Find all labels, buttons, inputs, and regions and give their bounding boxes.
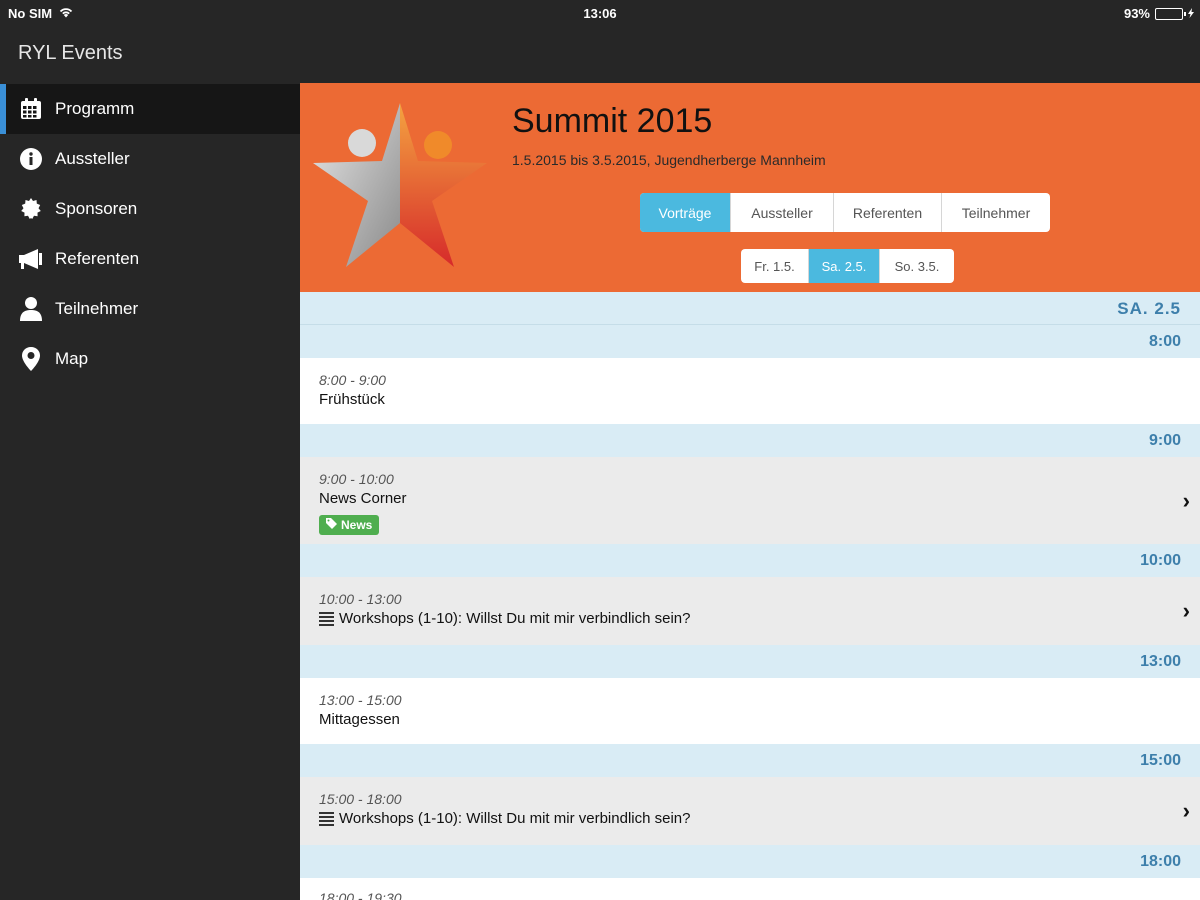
event-title: Summit 2015	[512, 102, 713, 140]
schedule-list: SA. 2.5 8:00 8:00 - 9:00 Frühstück 9:00 …	[300, 292, 1200, 900]
list-item[interactable]: 9:00 - 10:00 News Corner News ›	[300, 457, 1200, 544]
day-header: SA. 2.5	[300, 292, 1200, 325]
sidebar-item-referenten[interactable]: Referenten	[0, 234, 300, 284]
list-icon	[319, 611, 334, 626]
map-marker-icon	[18, 346, 44, 372]
badge-icon	[18, 196, 44, 222]
day-segmented-control: Fr. 1.5. Sa. 2.5. So. 3.5.	[741, 249, 954, 283]
entry-title: News Corner	[319, 490, 1181, 507]
tab-day-sa[interactable]: Sa. 2.5.	[809, 249, 880, 283]
time-header: 13:00	[300, 645, 1200, 678]
charging-icon	[1188, 6, 1194, 21]
entry-title-text: Workshops (1-10): Willst Du mit mir verb…	[339, 610, 691, 627]
list-item: 8:00 - 9:00 Frühstück	[300, 358, 1200, 424]
megaphone-icon	[18, 246, 44, 272]
list-item[interactable]: 15:00 - 18:00 Workshops (1-10): Willst D…	[300, 777, 1200, 845]
entry-title-text: News Corner	[319, 490, 407, 507]
time-header: 9:00	[300, 424, 1200, 457]
event-date-location: 1.5.2015 bis 3.5.2015, Jugendherberge Ma…	[512, 152, 826, 168]
entry-title-text: Frühstück	[319, 391, 385, 408]
list-item: 13:00 - 15:00 Mittagessen	[300, 678, 1200, 744]
entry-title-text: Mittagessen	[319, 711, 400, 728]
sidebar-item-map[interactable]: Map	[0, 334, 300, 384]
event-header: Summit 2015 1.5.2015 bis 3.5.2015, Jugen…	[300, 83, 1200, 292]
time-header: 18:00	[300, 845, 1200, 878]
tab-aussteller[interactable]: Aussteller	[731, 193, 834, 232]
entry-time: 15:00 - 18:00	[319, 791, 402, 807]
sidebar-item-sponsoren[interactable]: Sponsoren	[0, 184, 300, 234]
chevron-right-icon: ›	[1182, 798, 1190, 823]
main-content: Summit 2015 1.5.2015 bis 3.5.2015, Jugen…	[300, 0, 1200, 900]
entry-title: Workshops (1-10): Willst Du mit mir verb…	[319, 810, 1181, 827]
sidebar-item-teilnehmer[interactable]: Teilnehmer	[0, 284, 300, 334]
status-right: 93%	[1124, 6, 1194, 21]
list-icon	[319, 811, 334, 826]
status-time: 13:06	[583, 6, 617, 21]
list-item[interactable]: 10:00 - 13:00 Workshops (1-10): Willst D…	[300, 577, 1200, 645]
sidebar-item-label: Programm	[55, 99, 135, 118]
entry-time: 9:00 - 10:00	[319, 471, 394, 487]
sidebar-item-aussteller[interactable]: Aussteller	[0, 134, 300, 184]
calendar-icon	[18, 96, 44, 122]
entry-time: 13:00 - 15:00	[319, 692, 402, 708]
tab-referenten[interactable]: Referenten	[834, 193, 942, 232]
sidebar-nav: Programm Aussteller Sponsoren Referenten	[0, 84, 300, 384]
chevron-right-icon: ›	[1182, 598, 1190, 623]
person-icon	[18, 296, 44, 322]
app-title: RYL Events	[18, 42, 123, 64]
time-header: 10:00	[300, 544, 1200, 577]
tab-day-fr[interactable]: Fr. 1.5.	[741, 249, 809, 283]
entry-time: 8:00 - 9:00	[319, 372, 386, 388]
app-window: No SIM 13:06 93% RYL Events Programm Aus…	[0, 0, 1200, 900]
tag-label: News	[341, 518, 373, 532]
entry-time: 10:00 - 13:00	[319, 591, 402, 607]
battery-percent: 93%	[1123, 6, 1150, 21]
sidebar-item-label: Map	[55, 349, 89, 368]
time-header: 15:00	[300, 744, 1200, 777]
status-bar: No SIM 13:06 93%	[0, 0, 1200, 26]
chevron-right-icon: ›	[1182, 487, 1190, 513]
sidebar-item-label: Sponsoren	[55, 199, 138, 218]
sidebar-item-programm[interactable]: Programm	[0, 84, 300, 134]
entry-time: 18:00 - 19:30	[319, 890, 402, 900]
tab-teilnehmer[interactable]: Teilnehmer	[942, 193, 1050, 232]
list-item: 18:00 - 19:30	[300, 878, 1200, 900]
tab-vortraege[interactable]: Vorträge	[640, 193, 731, 232]
sidebar-item-label: Referenten	[55, 249, 140, 268]
battery-icon	[1155, 7, 1186, 20]
event-logo	[310, 101, 490, 271]
sidebar: RYL Events Programm Aussteller Sponsoren	[0, 0, 300, 900]
entry-title-text: Workshops (1-10): Willst Du mit mir verb…	[339, 810, 691, 827]
entry-title: Mittagessen	[319, 711, 1181, 728]
sidebar-item-label: Aussteller	[55, 149, 130, 168]
entry-title: Frühstück	[319, 391, 1181, 408]
tag-icon	[326, 518, 337, 532]
info-icon	[18, 146, 44, 172]
tab-day-so[interactable]: So. 3.5.	[880, 249, 954, 283]
entry-title: Workshops (1-10): Willst Du mit mir verb…	[319, 610, 1181, 627]
tag-badge: News	[319, 515, 380, 535]
time-header: 8:00	[300, 325, 1200, 358]
sidebar-item-label: Teilnehmer	[55, 299, 139, 318]
category-segmented-control: Vorträge Aussteller Referenten Teilnehme…	[640, 193, 1050, 232]
